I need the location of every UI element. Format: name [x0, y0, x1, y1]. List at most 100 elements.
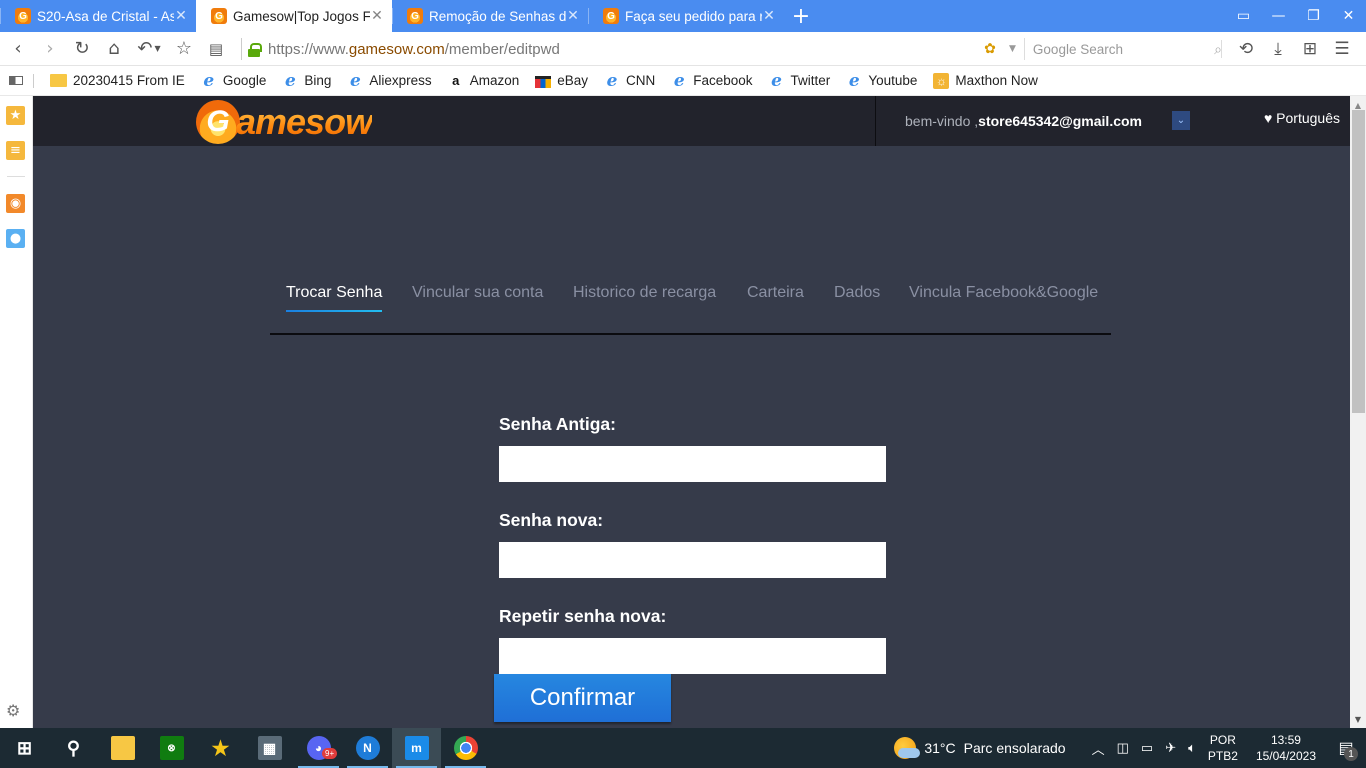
input-language[interactable]: POR PTB2 — [1208, 732, 1238, 764]
bookmark-youtube[interactable]: e Youtube — [846, 71, 918, 91]
tab-close-icon[interactable]: ✕ — [370, 8, 384, 24]
scrollbar-thumb[interactable] — [1352, 110, 1365, 413]
taskbar-nitro[interactable]: N — [343, 728, 392, 768]
bookmark-aliexpress[interactable]: e Aliexpress — [347, 70, 432, 91]
action-center-button[interactable]: ▤ 1 — [1326, 728, 1366, 768]
url-scheme: https://www. — [268, 40, 349, 58]
ie-icon: e — [284, 70, 296, 91]
bookmark-facebook[interactable]: e Facebook — [671, 71, 753, 91]
start-button[interactable]: ⊞ — [0, 728, 49, 768]
taskbar-chrome[interactable] — [441, 728, 490, 768]
tab-carteira[interactable]: Carteira — [747, 284, 804, 312]
site-header: G amesow bem-vindo ,store645342@gmail.co… — [33, 96, 1350, 146]
taskbar-calculator[interactable]: ▦ — [245, 728, 294, 768]
home-button[interactable]: ⌂ — [98, 32, 130, 66]
lightbulb-icon[interactable]: ● — [6, 229, 25, 248]
menu-icon[interactable]: ☰ — [1326, 32, 1358, 66]
clock[interactable]: 13:59 15/04/2023 — [1256, 732, 1316, 764]
bookmark-cnn[interactable]: e CNN — [604, 70, 656, 91]
bookmark-label: Youtube — [868, 73, 918, 88]
close-window-button[interactable]: ✕ — [1331, 0, 1366, 32]
extensions-icon[interactable]: ⊞ — [1294, 32, 1326, 66]
bee-icon[interactable]: ✿ — [981, 40, 999, 58]
favorites-star-icon[interactable]: ★ — [6, 106, 25, 125]
sidebar-toggle-icon[interactable] — [9, 76, 23, 85]
user-email[interactable]: store645342@gmail.com — [978, 113, 1142, 129]
notes-icon[interactable]: ≡ — [6, 141, 25, 160]
taskbar-search-button[interactable]: ⚲ — [49, 728, 98, 768]
bookmark-bing[interactable]: e Bing — [282, 70, 331, 91]
search-placeholder: Google Search — [1032, 41, 1123, 57]
bookmark-twitter[interactable]: e Twitter — [769, 71, 830, 91]
taskbar-discord[interactable]: ◕ 9+ — [294, 728, 343, 768]
gamesow-logo[interactable]: G amesow — [196, 99, 373, 145]
bookmark-ebay[interactable]: eBay — [535, 73, 588, 88]
welcome-text: bem-vindo ,store645342@gmail.com — [905, 113, 1142, 129]
tab-close-icon[interactable]: ✕ — [566, 8, 580, 24]
rss-icon[interactable]: ◉ — [6, 194, 25, 213]
gamesow-favicon-icon: G — [407, 8, 423, 24]
taskbar-xbox[interactable]: ⊗ — [147, 728, 196, 768]
history-search-icon[interactable]: ⟲ — [1230, 32, 1262, 66]
calculator-icon: ▦ — [257, 736, 282, 760]
divider — [875, 96, 876, 146]
old-password-input[interactable] — [499, 446, 886, 482]
reader-mode-icon[interactable]: ▤ — [200, 32, 232, 66]
tab-close-icon[interactable]: ✕ — [762, 8, 776, 24]
bookmark-label: Google — [222, 73, 267, 88]
camera-icon[interactable]: ◫ — [1117, 740, 1129, 756]
bookmark-label: Facebook — [693, 73, 753, 88]
volume-icon[interactable]: 🔈︎ — [1188, 740, 1196, 756]
bookmark-folder[interactable]: 20230415 From IE — [50, 73, 185, 88]
lang-code: POR — [1209, 733, 1236, 747]
tab-vincular-conta[interactable]: Vincular sua conta — [412, 284, 543, 312]
taskbar-star-app[interactable]: ★ — [196, 728, 245, 768]
windows-taskbar: ⊞ ⚲ ⊗ ★ ▦ ◕ 9+ N m 31°C Parc ensolarado … — [0, 728, 1366, 768]
star-icon: ★ — [211, 737, 230, 760]
back-button[interactable]: ‹ — [2, 32, 34, 66]
forward-button[interactable]: › — [34, 32, 66, 66]
battery-icon[interactable]: ▭ — [1141, 740, 1153, 756]
ie-icon: e — [606, 70, 618, 91]
reload-button[interactable]: ↻ — [66, 32, 98, 66]
url-field[interactable]: https://www. gamesow.com/member/editpwd — [241, 38, 560, 60]
undo-close-button[interactable]: ↶ ▼ — [130, 32, 168, 66]
tab-close-icon[interactable]: ✕ — [174, 8, 188, 24]
language-selector[interactable]: ♥ Português — [1264, 110, 1340, 126]
repeat-password-input[interactable] — [499, 638, 886, 674]
chevron-down-icon[interactable]: ▼ — [1009, 44, 1016, 54]
favorite-star-icon[interactable]: ☆ — [168, 32, 200, 66]
new-tab-button[interactable]: + — [786, 0, 816, 32]
browser-tab[interactable]: G Faça seu pedido para re ✕ — [588, 0, 784, 32]
airplane-mode-icon[interactable]: ✈ — [1165, 740, 1176, 756]
bookmark-maxthon-now[interactable]: ☼ Maxthon Now — [933, 72, 1038, 89]
taskbar-file-explorer[interactable] — [98, 728, 147, 768]
user-menu-chevron-down-icon[interactable]: ⌄ — [1172, 111, 1190, 130]
restore-button[interactable]: ❐ — [1296, 0, 1331, 32]
weather-widget[interactable]: 31°C Parc ensolarado — [894, 737, 1066, 759]
tab-dados[interactable]: Dados — [834, 284, 880, 312]
divider — [1221, 40, 1222, 58]
settings-gear-icon[interactable]: ⚙ — [6, 701, 20, 720]
browser-tab-active[interactable]: G Gamesow|Top Jogos Fre ✕ — [196, 0, 392, 32]
bookmark-google[interactable]: e Google — [201, 71, 267, 91]
search-input[interactable]: Google Search ⌕ — [1023, 38, 1224, 60]
minimize-button[interactable]: — — [1261, 0, 1296, 32]
nitro-icon: N — [355, 736, 380, 760]
ie-icon: e — [349, 70, 361, 91]
tab-vincula-facebook-google[interactable]: Vincula Facebook&Google — [909, 284, 1098, 312]
page-scrollbar[interactable]: ▲ ▼ — [1350, 96, 1366, 728]
browser-tab[interactable]: G Remoção de Senhas de ✕ — [392, 0, 588, 32]
sidebar-layout-icon[interactable]: ▭ — [1226, 0, 1261, 32]
show-hidden-icons-chevron-up-icon[interactable]: ︿ — [1092, 739, 1105, 758]
tab-historico-recarga[interactable]: Historico de recarga — [573, 284, 716, 312]
browser-tab[interactable]: G S20-Asa de Cristal - Asa ✕ — [0, 0, 196, 32]
scroll-down-arrow-icon[interactable]: ▼ — [1350, 712, 1366, 726]
download-icon[interactable]: ⤓ — [1262, 32, 1294, 66]
keyboard-layout: PTB2 — [1207, 749, 1238, 763]
confirm-button[interactable]: Confirmar — [494, 674, 671, 722]
tab-trocar-senha[interactable]: Trocar Senha — [286, 284, 383, 312]
bookmark-amazon[interactable]: a Amazon — [448, 73, 519, 89]
taskbar-maxthon[interactable]: m — [392, 728, 441, 768]
new-password-input[interactable] — [499, 542, 886, 578]
